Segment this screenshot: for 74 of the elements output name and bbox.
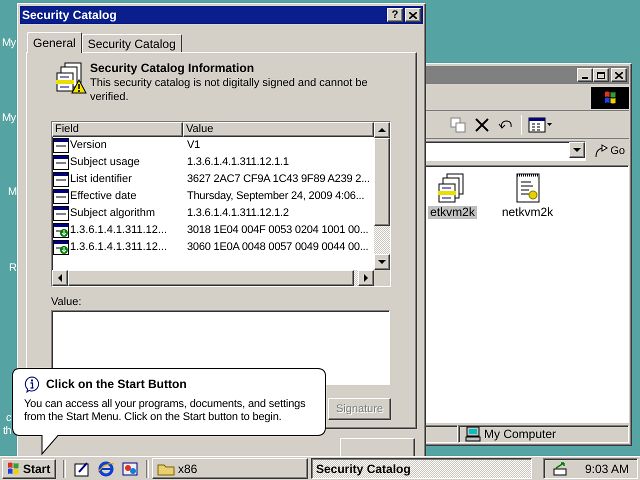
scroll-up-button[interactable] (374, 122, 390, 138)
browser-icon[interactable] (97, 460, 115, 478)
field-cell[interactable]: Version (52, 137, 183, 154)
field-name: Version (70, 138, 107, 154)
scrollbar-corner (374, 270, 390, 286)
field-cell[interactable]: Subject algorithm (52, 205, 183, 222)
header-title: Security Catalog Information (90, 61, 256, 76)
help-button[interactable]: ? (387, 8, 403, 22)
windows-logo-icon (602, 90, 618, 106)
field-name: Subject usage (70, 155, 140, 170)
caret-icon (547, 123, 552, 126)
column-header[interactable]: Field (52, 122, 183, 138)
value-cell-text: 1.3.6.1.4.1.311.12.1.2 (186, 206, 289, 222)
setup-file-icon (514, 172, 542, 204)
field-cell[interactable]: 1.3.6.1.4.1.311.12... (52, 222, 183, 239)
channels-icon[interactable] (121, 460, 139, 478)
scroll-left-button[interactable] (52, 270, 68, 286)
computer-icon (465, 426, 481, 442)
task-button[interactable]: Security Catalog (311, 458, 532, 479)
go-arrow-icon (594, 144, 608, 158)
value-cell-text: 1.3.6.1.4.1.311.12.1.1 (186, 155, 289, 170)
balloon-title: Click on the Start Button (46, 376, 187, 393)
field-cell[interactable]: 1.3.6.1.4.1.311.12... (52, 239, 183, 256)
tab[interactable]: General (27, 32, 82, 54)
left-arrow-icon (58, 274, 62, 282)
value-label: Value: (51, 296, 82, 310)
warning-icon (71, 79, 87, 94)
field-cell[interactable]: List identifier (52, 171, 183, 188)
file-label: etkvm2k (428, 206, 477, 219)
tab[interactable]: Security Catalog (82, 34, 182, 52)
field-name: 1.3.6.1.4.1.311.12... (70, 223, 168, 238)
value-cell-text: V1 (186, 138, 200, 154)
value-cell-text: 3627 2AC7 CF9A 1C43 9F89 A239 2... (186, 172, 370, 188)
network-icon[interactable] (552, 460, 568, 476)
file-item[interactable]: netkvm2k (490, 172, 565, 219)
header-description: This security catalog is not digitally signed and cannot be verified. (90, 76, 369, 104)
vertical-scrollbar[interactable] (374, 122, 390, 270)
file-label: netkvm2k (500, 206, 554, 219)
field-name: List identifier (70, 172, 132, 188)
balloon-text: You can access all your programs, documents, and settings from the Start Menu. Click on the Start button to begin. (24, 398, 306, 424)
field-cell[interactable]: Effective date (52, 188, 183, 205)
status-text: My Computer (484, 426, 556, 443)
minimize-icon[interactable] (577, 68, 593, 82)
up-arrow-icon (378, 128, 386, 132)
copy-icon[interactable] (449, 116, 467, 134)
scroll-right-button[interactable] (358, 270, 374, 286)
file-item[interactable]: etkvm2k (415, 172, 490, 219)
value-cell-text: Thursday, September 24, 2009 4:06... (186, 189, 364, 204)
field-name: Effective date (70, 189, 136, 204)
start-button[interactable]: Start (2, 458, 56, 478)
task-button[interactable]: x86 (152, 458, 308, 479)
info-icon (24, 376, 40, 392)
windows-flag-icon (5, 460, 21, 476)
dropdown-button[interactable] (569, 142, 586, 158)
right-arrow-icon (364, 274, 368, 282)
down-arrow-icon (573, 148, 582, 152)
close-icon[interactable] (405, 8, 421, 22)
go-button[interactable]: Go (590, 141, 629, 161)
scroll-thumb[interactable] (374, 138, 390, 226)
views-icon (528, 116, 546, 132)
delete-icon[interactable] (473, 116, 491, 134)
field-name: 1.3.6.1.4.1.311.12... (70, 240, 168, 256)
field-cell[interactable]: Subject usage (52, 154, 183, 171)
field-name: Subject algorithm (70, 206, 155, 222)
scroll-down-button[interactable] (374, 254, 390, 270)
clock: 9:03 AM (584, 460, 629, 478)
value-cell-text: 3018 1E04 004F 0053 0204 1001 00... (186, 223, 368, 238)
column-header[interactable]: Value (183, 122, 374, 138)
maximize-icon[interactable] (593, 68, 609, 82)
window-title: Security Catalog (22, 7, 117, 24)
down-arrow-icon (378, 260, 386, 264)
views-button[interactable] (528, 116, 552, 132)
value-cell-text: 3060 1E0A 0048 0057 0049 0044 00... (186, 240, 368, 256)
close-icon[interactable] (611, 68, 627, 82)
